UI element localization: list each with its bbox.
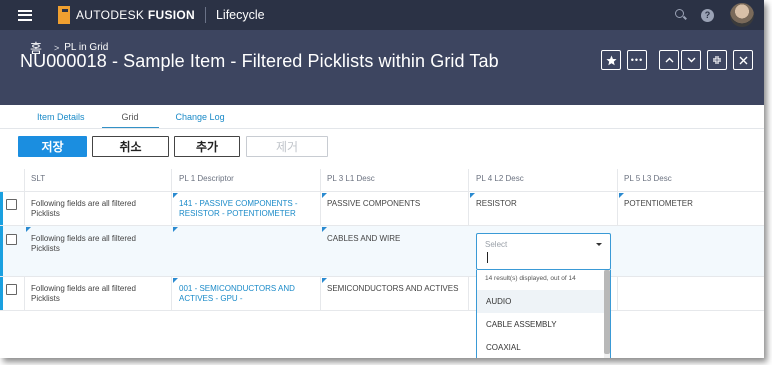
- close-button[interactable]: [733, 50, 753, 70]
- grid-header: SLT PL 1 Descriptor PL 3 L1 Desc PL 4 L2…: [0, 169, 764, 191]
- grid-actions: 저장 취소 추가 제거: [18, 136, 333, 157]
- fusion-logo-icon: [58, 6, 70, 24]
- cell-pl1[interactable]: 141 - PASSIVE COMPONENTS - RESISTOR - PO…: [179, 199, 315, 219]
- brand-divider: [204, 7, 206, 23]
- cell-pl3[interactable]: CABLES AND WIRE: [327, 234, 463, 244]
- collapse-icon: [713, 56, 721, 64]
- tab-change-log[interactable]: Change Log: [159, 110, 242, 129]
- chevron-down-icon: [687, 57, 695, 63]
- brand-text: AUTODESK FUSION: [76, 8, 195, 22]
- close-icon: [739, 56, 747, 64]
- edit-marker-icon: [173, 227, 178, 232]
- edit-marker-icon: [470, 193, 475, 198]
- edit-marker-icon: [322, 227, 327, 232]
- dropdown-option[interactable]: CABLE ASSEMBLY: [477, 313, 605, 336]
- search-icon[interactable]: [675, 9, 687, 21]
- cell-pl3[interactable]: PASSIVE COMPONENTS: [327, 199, 463, 209]
- cell-pl4[interactable]: RESISTOR: [476, 199, 612, 209]
- dropdown-option[interactable]: AUDIO: [477, 290, 605, 313]
- save-button[interactable]: 저장: [18, 136, 87, 157]
- page-title: NU000018 - Sample Item - Filtered Pickli…: [20, 51, 499, 71]
- row-divider: [0, 191, 764, 192]
- text-cursor: [487, 252, 488, 263]
- row-indicator: [0, 277, 3, 310]
- topbar-tools: ?: [675, 3, 764, 27]
- chevron-up-icon: [665, 57, 673, 63]
- app-window: AUTODESK FUSION Lifecycle ? 홈 > PL in Gr…: [0, 0, 764, 358]
- tab-item-details[interactable]: Item Details: [20, 110, 102, 129]
- app-name: Lifecycle: [215, 8, 265, 22]
- item-header: 홈 > PL in Grid NU000018 - Sample Item - …: [0, 30, 764, 105]
- edit-marker-icon: [322, 278, 327, 283]
- add-row-button[interactable]: 추가: [174, 136, 240, 157]
- caret-down-icon[interactable]: [596, 243, 602, 246]
- remove-row-button[interactable]: 제거: [246, 136, 328, 157]
- cell-slt: Following fields are all filtered Pickli…: [31, 199, 136, 218]
- row-checkbox[interactable]: [6, 234, 17, 245]
- column-header-slt[interactable]: SLT: [31, 174, 45, 183]
- brand[interactable]: AUTODESK FUSION Lifecycle: [58, 0, 265, 30]
- cancel-button[interactable]: 취소: [92, 136, 169, 157]
- column-header-pl3[interactable]: PL 3 L1 Desc: [327, 174, 375, 183]
- tab-grid[interactable]: Grid: [101, 110, 159, 129]
- cell-pl5[interactable]: POTENTIOMETER: [624, 199, 760, 209]
- edit-marker-icon: [173, 193, 178, 198]
- help-icon[interactable]: ?: [701, 8, 714, 22]
- select-placeholder: Select: [485, 240, 508, 249]
- column-header-pl1[interactable]: PL 1 Descriptor: [179, 174, 234, 183]
- row-checkbox[interactable]: [6, 199, 17, 210]
- star-icon: [605, 55, 617, 65]
- cell-slt: Following fields are all filtered Pickli…: [31, 284, 136, 303]
- menu-icon[interactable]: [18, 9, 32, 21]
- picklist-dropdown: 14 result(s) displayed, out of 14 AUDIO …: [476, 270, 611, 358]
- edit-marker-icon: [619, 193, 624, 198]
- edit-marker-icon: [26, 227, 31, 232]
- collapse-button[interactable]: [707, 50, 727, 70]
- bookmark-button[interactable]: [601, 50, 621, 70]
- row-checkbox[interactable]: [6, 284, 17, 295]
- row-indicator: [0, 226, 3, 276]
- dropdown-scrollbar[interactable]: [604, 270, 610, 358]
- cell-slt: Following fields are all filtered Pickli…: [31, 234, 136, 253]
- brand-prefix: AUTODESK: [76, 8, 145, 22]
- brand-name: FUSION: [147, 8, 195, 22]
- more-button[interactable]: •••: [627, 50, 647, 70]
- next-item-button[interactable]: [681, 50, 701, 70]
- column-header-pl5[interactable]: PL 5 L3 Desc: [624, 174, 672, 183]
- results-count: 14 result(s) displayed, out of 14: [485, 275, 576, 282]
- cell-pl1[interactable]: 001 - SEMICONDUCTORS AND ACTIVES - GPU -: [179, 284, 315, 304]
- row-divider: [0, 310, 764, 311]
- scrollbar-thumb[interactable]: [604, 270, 610, 354]
- edit-marker-icon: [173, 278, 178, 283]
- row-indicator: [0, 192, 3, 225]
- top-bar: AUTODESK FUSION Lifecycle ?: [0, 0, 764, 30]
- column-header-pl4[interactable]: PL 4 L2 Desc: [476, 174, 524, 183]
- tab-bar: Item Details Grid Change Log: [20, 110, 242, 129]
- header-actions: •••: [601, 50, 753, 70]
- previous-item-button[interactable]: [659, 50, 679, 70]
- edit-marker-icon: [322, 193, 327, 198]
- avatar[interactable]: [730, 3, 754, 27]
- tab-divider: [0, 128, 764, 129]
- picklist-select[interactable]: Select: [476, 233, 611, 270]
- row-divider: [0, 276, 764, 277]
- cell-pl3[interactable]: SEMICONDUCTORS AND ACTIVES: [327, 284, 463, 294]
- dropdown-option[interactable]: COAXIAL: [477, 336, 605, 358]
